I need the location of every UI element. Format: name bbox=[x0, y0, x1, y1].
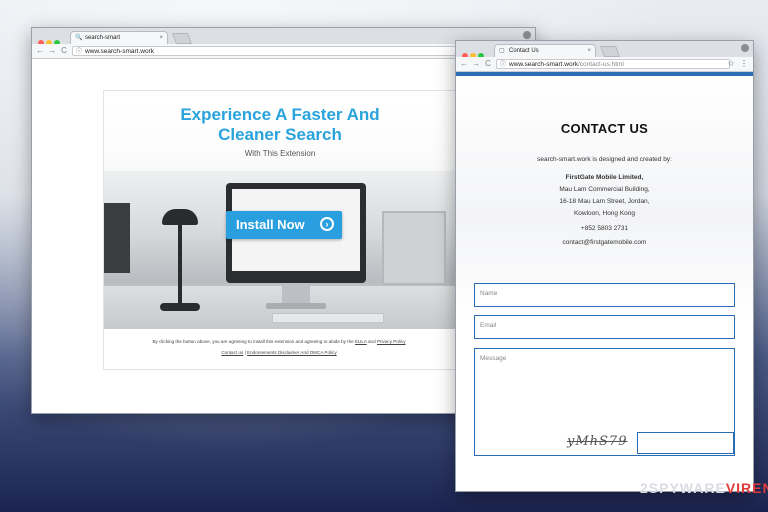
install-label: Install Now bbox=[236, 217, 305, 232]
info-icon: ⓘ bbox=[500, 62, 507, 68]
phone-number: +852 5803 2731 bbox=[580, 225, 629, 232]
address-line: 16-18 Mau Lam Street, Jordan, bbox=[559, 198, 650, 205]
bookmark-star-icon[interactable]: ☆ bbox=[726, 58, 736, 70]
reload-button[interactable]: C bbox=[59, 45, 69, 57]
forward-button[interactable]: → bbox=[47, 45, 57, 57]
url-text: www.search-smart.work bbox=[85, 48, 154, 55]
tab-search-smart[interactable]: 🔍 search-smart × bbox=[70, 31, 168, 44]
tab-title: search-smart bbox=[85, 35, 121, 41]
tab-contact-us[interactable]: ▢ Contact Us × bbox=[494, 44, 596, 57]
page-content: CONTACT US search-smart.work is designed… bbox=[456, 72, 753, 491]
page-title: CONTACT US bbox=[560, 121, 649, 136]
address-line: Kowloon, Hong Kong bbox=[573, 210, 636, 217]
new-tab-button[interactable] bbox=[599, 46, 621, 57]
browser-window-contact-us: ▢ Contact Us × ← → C ⓘ www.search-smart.… bbox=[455, 40, 754, 492]
install-now-button[interactable]: Install Now › bbox=[226, 211, 342, 239]
email-field[interactable]: Email bbox=[474, 315, 735, 339]
company-name: FirstGate Mobile Limited, bbox=[565, 174, 644, 181]
contact-email: contact@firstgatemobile.com bbox=[562, 239, 647, 246]
back-button[interactable]: ← bbox=[459, 58, 469, 70]
captcha-input[interactable] bbox=[637, 432, 734, 454]
profile-icon[interactable] bbox=[741, 44, 749, 52]
address-line: Mau Lam Commercial Building, bbox=[559, 186, 650, 193]
menu-icon[interactable]: ⋮ bbox=[739, 58, 749, 70]
navigation-bar: ← → C ⓘ www.search-smart.work/contact-us… bbox=[456, 57, 753, 72]
tab-strip: ▢ Contact Us × bbox=[456, 41, 753, 59]
url-host: www.search-smart.work bbox=[509, 61, 578, 68]
arrow-right-icon: › bbox=[320, 217, 334, 231]
new-tab-button[interactable] bbox=[171, 33, 193, 44]
info-icon: ⓘ bbox=[76, 49, 83, 55]
tab-title: Contact Us bbox=[509, 48, 539, 54]
reload-button[interactable]: C bbox=[483, 58, 493, 70]
back-button[interactable]: ← bbox=[35, 45, 45, 57]
forward-button[interactable]: → bbox=[471, 58, 481, 70]
watermark: 2SPYWAREVIREN bbox=[640, 480, 768, 496]
address-bar[interactable]: ⓘ www.search-smart.work/contact-us.html bbox=[496, 59, 730, 69]
name-field[interactable]: Name bbox=[474, 283, 735, 307]
header-accent bbox=[456, 72, 753, 76]
contact-intro: search-smart.work is designed and create… bbox=[537, 156, 672, 163]
url-path: /contact-us.html bbox=[577, 61, 624, 68]
profile-icon[interactable] bbox=[523, 31, 531, 39]
